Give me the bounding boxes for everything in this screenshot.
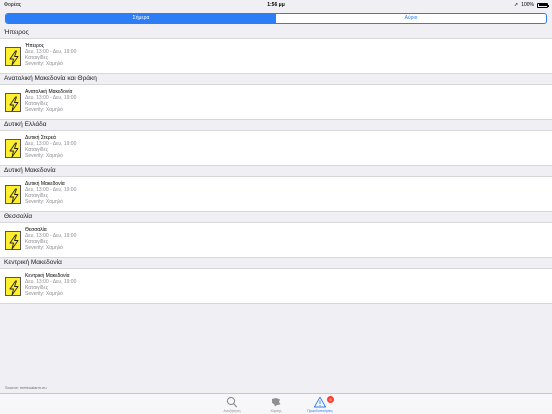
tab-map[interactable]: Χάρτης xyxy=(256,395,296,414)
status-time: 1:56 μμ xyxy=(267,2,285,8)
section-header: Κεντρική Μακεδονία xyxy=(0,258,552,268)
lightning-warning-icon xyxy=(5,93,21,112)
lightning-warning-icon xyxy=(5,139,21,158)
tab-map-label: Χάρτης xyxy=(270,409,282,413)
warning-severity: Severity: Χαμηλό xyxy=(25,199,63,206)
lightning-warning-icon xyxy=(5,185,21,204)
warnings-badge: 6 xyxy=(327,396,334,403)
warning-severity: Severity: Χαμηλό xyxy=(25,107,63,114)
lightning-warning-icon xyxy=(5,231,21,250)
source-label: Source: meteoalarm.eu xyxy=(5,385,47,390)
section-header: Ανατολική Μακεδονία και Θράκη xyxy=(0,74,552,84)
day-segmented-control: Σήμερα Αύριο xyxy=(5,13,547,24)
warnings-list: Ήπειρος Ήπειρος Δευ, 13:00 - Δευ, 19:00 Κατ… xyxy=(0,28,552,304)
warning-details: Κεντρική Μακεδονία Δευ, 13:00 - Δευ, 19:0… xyxy=(25,273,76,297)
warning-details: Δυτική Στερεά Δευ, 13:00 - Δευ, 19:00 Κατα… xyxy=(25,135,76,159)
search-icon xyxy=(226,396,238,408)
section-header: Ήπειρος xyxy=(0,28,552,38)
segment-tomorrow[interactable]: Αύριο xyxy=(276,14,546,23)
tab-warnings[interactable]: 6 Προειδοποιήσεις xyxy=(300,395,340,414)
warning-row[interactable]: Κεντρική Μακεδονία Δευ, 13:00 - Δευ, 19:0… xyxy=(0,268,552,304)
battery-icon xyxy=(537,2,549,8)
warning-icon xyxy=(313,396,327,408)
warning-severity: Severity: Χαμηλό xyxy=(25,291,63,298)
lightning-warning-icon xyxy=(5,277,21,296)
warning-severity: Severity: Χαμηλό xyxy=(25,245,63,252)
status-bar: Φορέας 1:56 μμ ➚ 100% xyxy=(0,0,552,10)
warning-row[interactable]: Ήπειρος Δευ, 13:00 - Δευ, 19:00 Καταιγίδες… xyxy=(0,38,552,74)
section-header: Θεσσαλία xyxy=(0,212,552,222)
section-header: Δυτική Ελλάδα xyxy=(0,120,552,130)
section-header: Δυτική Μακεδονία xyxy=(0,166,552,176)
status-right: ➚ 100% xyxy=(514,0,549,10)
tab-bar: Αναζήτηση Χάρτης 6 Προειδοποιήσεις xyxy=(0,393,552,414)
warning-details: Ανατολική Μακεδονία Δευ, 13:00 - Δευ, 19:… xyxy=(25,89,76,113)
warning-details: Θεσσαλία Δευ, 13:00 - Δευ, 19:00 Καταιγίδε… xyxy=(25,227,76,251)
tab-search[interactable]: Αναζήτηση xyxy=(212,395,252,414)
tab-warnings-label: Προειδοποιήσεις xyxy=(307,409,333,413)
battery-percent: 100% xyxy=(521,2,534,8)
location-arrow-icon: ➚ xyxy=(514,2,519,8)
warning-details: Ήπειρος Δευ, 13:00 - Δευ, 19:00 Καταιγίδες… xyxy=(25,43,76,67)
warning-severity: Severity: Χαμηλό xyxy=(25,61,63,68)
warning-row[interactable]: Θεσσαλία Δευ, 13:00 - Δευ, 19:00 Καταιγίδε… xyxy=(0,222,552,258)
lightning-warning-icon xyxy=(5,47,21,66)
warning-row[interactable]: Ανατολική Μακεδονία Δευ, 13:00 - Δευ, 19:… xyxy=(0,84,552,120)
tab-search-label: Αναζήτηση xyxy=(223,409,241,413)
warning-severity: Severity: Χαμηλό xyxy=(25,153,63,160)
warning-row[interactable]: Δυτική Στερεά Δευ, 13:00 - Δευ, 19:00 Κατα… xyxy=(0,130,552,166)
warning-details: Δυτική Μακεδονία Δευ, 13:00 - Δευ, 19:00 Κ… xyxy=(25,181,76,205)
map-icon xyxy=(272,398,281,407)
warning-row[interactable]: Δυτική Μακεδονία Δευ, 13:00 - Δευ, 19:00 Κ… xyxy=(0,176,552,212)
segment-today[interactable]: Σήμερα xyxy=(6,14,276,23)
